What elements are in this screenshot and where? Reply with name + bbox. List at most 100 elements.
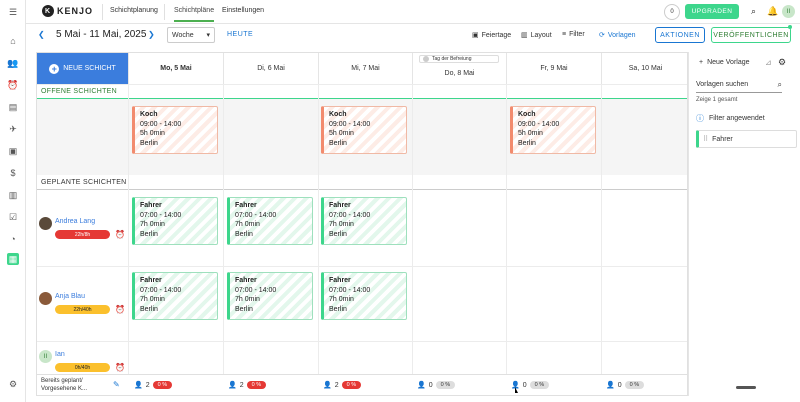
shift-card[interactable]: Fahrer 07:00 - 14:00 7h 0min Berlin xyxy=(132,272,218,320)
percentage-badge: 0 % xyxy=(152,381,173,389)
shift-card[interactable]: Fahrer 07:00 - 14:00 7h 0min Berlin xyxy=(227,272,313,320)
hours-badge: 0h/40h xyxy=(55,363,110,372)
bar-chart-icon[interactable]: ▥ xyxy=(7,189,19,201)
home-icon[interactable]: ⌂ xyxy=(7,35,19,47)
settings-gear-icon[interactable]: ⚙ xyxy=(7,378,19,390)
chevron-down-icon: ▾ xyxy=(206,32,210,39)
layout-button[interactable]: ▥ Layout xyxy=(521,31,552,40)
open-shift-card-mon[interactable]: Koch 09:00 - 14:00 5h 0min Berlin xyxy=(132,106,218,154)
gear-icon[interactable]: ⚙ xyxy=(778,57,786,68)
employee-name[interactable]: Andrea Lang xyxy=(55,218,95,225)
row-divider xyxy=(37,266,687,267)
layout-icon: ▥ xyxy=(521,32,528,39)
employee-name[interactable]: Ian xyxy=(55,351,65,358)
user-avatar[interactable]: II xyxy=(782,5,795,18)
footer-cell-mon: 👤 2 0 % xyxy=(134,381,173,389)
shift-card[interactable]: Fahrer 07:00 - 14:00 7h 0min Berlin xyxy=(227,197,313,245)
template-item[interactable]: ⠿ Fahrer xyxy=(696,130,797,148)
avatar[interactable] xyxy=(39,217,52,230)
previous-week-icon[interactable]: ❮ xyxy=(38,30,45,39)
day-header-mon[interactable]: Mo, 5 Mai xyxy=(128,53,223,84)
upgrade-button[interactable]: UPGRADEN xyxy=(685,4,739,19)
day-header-wed[interactable]: Mi, 7 Mai xyxy=(318,53,412,84)
divider xyxy=(102,4,103,20)
person-icon: 👤 xyxy=(417,382,426,389)
gauge-icon[interactable]: ◔ xyxy=(7,233,19,245)
open-shift-card-wed[interactable]: Koch 09:00 - 14:00 5h 0min Berlin xyxy=(321,106,407,154)
calendar-icon[interactable]: ▣ xyxy=(7,145,19,157)
publish-button[interactable]: VERÖFFENTLICHEN xyxy=(711,27,791,43)
alarm-clock-icon[interactable]: ⏰ xyxy=(115,230,125,239)
shift-card[interactable]: Fahrer 07:00 - 14:00 7h 0min Berlin xyxy=(321,197,407,245)
holiday-name: Tag der Befreiung xyxy=(432,56,472,62)
planned-count: 2 xyxy=(239,381,244,389)
alarm-clock-icon[interactable]: ⏰ xyxy=(115,305,125,314)
alarm-clock-icon[interactable]: ⏰ xyxy=(115,363,125,372)
kenjo-logo: K KENJO xyxy=(42,5,93,17)
view-select-value: Woche xyxy=(172,31,194,39)
templates-icon: ⟳ xyxy=(599,32,605,39)
open-shifts-header: OFFENE SCHICHTEN xyxy=(37,85,687,99)
tab-settings[interactable]: Einstellungen xyxy=(222,7,264,14)
today-button[interactable]: HEUTE xyxy=(227,31,253,38)
bell-icon[interactable]: 🔔 xyxy=(767,6,778,17)
column-divider xyxy=(318,84,319,374)
shift-duration: 7h 0min xyxy=(140,221,165,228)
view-select[interactable]: Woche ▾ xyxy=(167,27,215,43)
filter-button[interactable]: ≡ Filter xyxy=(562,31,585,38)
templates-button[interactable]: ⟳ Vorlagen xyxy=(599,31,636,40)
next-week-icon[interactable]: ❯ xyxy=(148,30,155,39)
shift-card[interactable]: Fahrer 07:00 - 14:00 7h 0min Berlin xyxy=(132,197,218,245)
filter-label: Filter xyxy=(569,31,585,38)
shift-location: Berlin xyxy=(140,230,158,238)
shift-location: Berlin xyxy=(518,139,536,147)
shift-time: 07:00 - 14:00 xyxy=(235,286,277,294)
shift-time: 09:00 - 14:00 xyxy=(140,120,182,128)
avatar[interactable] xyxy=(39,292,52,305)
chart-icon[interactable]: ⊿ xyxy=(765,58,772,67)
day-header-sat[interactable]: Sa, 10 Mai xyxy=(601,53,687,84)
drag-handle-icon[interactable]: ⠿ xyxy=(703,135,708,143)
document-icon[interactable]: ▤ xyxy=(7,101,19,113)
percentage-badge: 0 % xyxy=(435,381,456,389)
edit-pencil-icon[interactable]: ✎ xyxy=(113,380,120,389)
new-shift-button[interactable]: + NEUE SCHICHT xyxy=(37,53,128,84)
dollar-icon[interactable]: $ xyxy=(7,167,19,179)
row-divider xyxy=(37,341,687,342)
shift-duration: 7h 0min xyxy=(329,221,354,228)
person-icon: 👤 xyxy=(323,382,332,389)
planned-shifts-header: GEPLANTE SCHICHTEN xyxy=(37,176,687,190)
search-icon[interactable]: ⌕ xyxy=(778,80,782,90)
holidays-label: Feiertage xyxy=(481,31,512,39)
scrollbar[interactable] xyxy=(736,386,756,389)
people-icon[interactable]: 👥 xyxy=(7,57,19,69)
collapse-menu-icon[interactable]: ☰ xyxy=(7,6,19,18)
notification-counter[interactable]: 0 xyxy=(664,4,680,20)
airplane-icon[interactable]: ✈ xyxy=(7,123,19,135)
open-shift-card-fri[interactable]: Koch 09:00 - 14:00 5h 0min Berlin xyxy=(510,106,596,154)
shift-card[interactable]: Fahrer 07:00 - 14:00 7h 0min Berlin xyxy=(321,272,407,320)
mouse-cursor-icon xyxy=(515,387,518,393)
person-icon: 👤 xyxy=(134,382,143,389)
holidays-button[interactable]: ▣ Feiertage xyxy=(472,31,512,40)
shift-planner-icon[interactable]: ▦ xyxy=(7,253,19,265)
day-header-tue[interactable]: Di, 6 Mai xyxy=(223,53,318,84)
avatar[interactable]: II xyxy=(39,350,52,363)
new-shift-label: NEUE SCHICHT xyxy=(63,65,116,72)
person-icon: 👤 xyxy=(606,382,615,389)
alarm-clock-icon[interactable]: ⏰ xyxy=(7,79,19,91)
employee-name[interactable]: Anja Blau xyxy=(55,293,85,300)
shift-title: Koch xyxy=(329,111,347,118)
holiday-toggle[interactable]: Tag der Befreiung xyxy=(419,55,499,63)
toggle-switch[interactable] xyxy=(423,56,429,62)
tab-shift-plans[interactable]: Schichtpläne xyxy=(174,7,215,22)
search-icon[interactable]: ⌕ xyxy=(751,6,756,17)
new-template-button[interactable]: + Neue Vorlage xyxy=(699,59,750,66)
shift-time: 07:00 - 14:00 xyxy=(329,286,371,294)
shift-time: 07:00 - 14:00 xyxy=(140,211,182,219)
template-search-input[interactable]: Vorlagen suchen ⌕ xyxy=(696,80,782,93)
checklist-icon[interactable]: ☑ xyxy=(7,211,19,223)
actions-button[interactable]: AKTIONEN xyxy=(655,27,705,43)
day-header-fri[interactable]: Fr, 9 Mai xyxy=(506,53,601,84)
templates-label: Vorlagen xyxy=(607,31,636,39)
